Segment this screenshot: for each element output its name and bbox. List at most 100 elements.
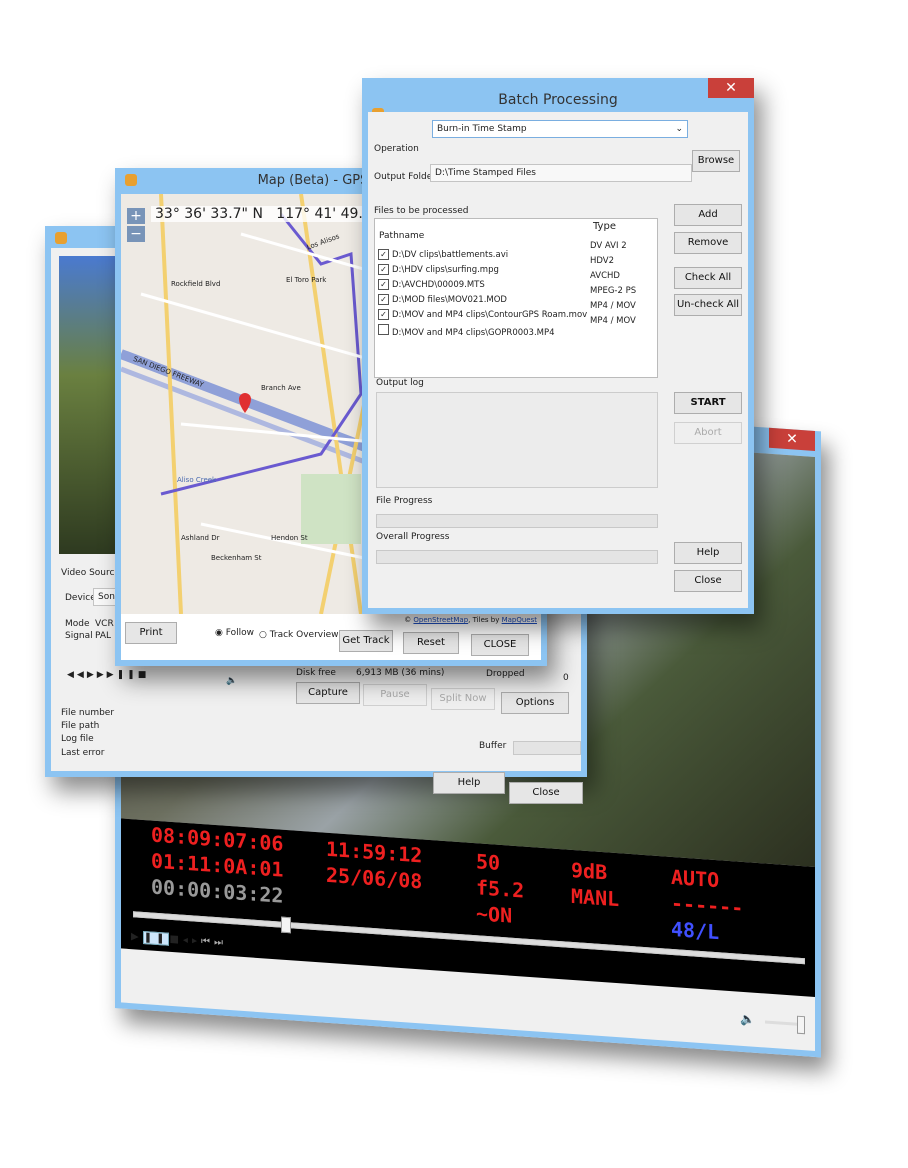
street-label: El Toro Park [286, 276, 327, 284]
map-attribution: © OpenStreetMap, Tiles by MapQuest [404, 616, 537, 624]
pause-icon[interactable]: ❚❚ [117, 670, 138, 680]
pause-button[interactable]: Pause [363, 684, 427, 706]
buffer-label: Buffer [479, 741, 507, 751]
disk-free-label: Disk free [296, 668, 336, 678]
file-row[interactable]: D:\MOV and MP4 clips\GOPR0003.MP4 MP4 / M… [378, 316, 654, 338]
close-button[interactable]: Close [674, 570, 742, 592]
file-number-label: File number [61, 708, 115, 718]
output-folder-label: Output Folder [374, 172, 436, 182]
browse-button[interactable]: Browse [692, 150, 740, 172]
map-close-button[interactable]: CLOSE [471, 634, 529, 656]
tiles-by-label: Tiles by [472, 616, 500, 624]
operation-select[interactable]: Burn-in Time Stamp ⌄ [432, 120, 688, 138]
file-checkbox[interactable]: ✓ [378, 264, 389, 275]
latitude: 33° 36' 33.7" N [155, 206, 263, 222]
volume-thumb[interactable] [797, 1015, 805, 1035]
operation-label: Operation [374, 144, 419, 154]
disk-free-value: 6,913 MB (36 mins) [356, 668, 445, 678]
seek-thumb[interactable] [281, 916, 292, 934]
play-icon[interactable]: ▶ [131, 931, 143, 943]
file-path: D:\DV clips\battlements.avi [392, 250, 509, 260]
fast-forward-icon[interactable]: ▶▶ [97, 670, 117, 680]
app-icon [55, 232, 67, 244]
options-button[interactable]: Options [501, 692, 569, 714]
map-toolbar: © OpenStreetMap, Tiles by MapQuest Print… [121, 614, 541, 660]
osd-stabilizer: ~ON [476, 901, 513, 928]
stop-icon[interactable]: ■ [169, 934, 182, 946]
deck-controls: ◀◀▶▶▶❚❚■ [67, 670, 149, 680]
prev-icon[interactable]: ⏮ [201, 936, 214, 948]
close-button[interactable]: Close [509, 782, 583, 804]
remove-button[interactable]: Remove [674, 232, 742, 254]
operation-value: Burn-in Time Stamp [437, 124, 527, 134]
step-forward-icon[interactable]: ▸ [192, 935, 201, 947]
output-log[interactable] [376, 392, 658, 488]
osd-aperture: f5.2 [476, 875, 525, 903]
osd-shutter: 50 [476, 849, 501, 875]
file-checkbox[interactable]: ✓ [378, 294, 389, 305]
mode-value: VCR [95, 619, 114, 629]
output-folder-input[interactable]: D:\Time Stamped Files [430, 164, 692, 182]
osd-whitebalance: AUTO [671, 864, 720, 893]
follow-radio[interactable]: ◉ Follow [215, 628, 254, 638]
preview-thumbnail [59, 256, 119, 554]
reset-button[interactable]: Reset [403, 632, 459, 654]
volume-slider[interactable] [765, 1015, 805, 1035]
close-icon[interactable]: ✕ [708, 78, 754, 98]
file-type: MP4 / MOV [590, 301, 636, 311]
help-button[interactable]: Help [674, 542, 742, 564]
app-icon [125, 174, 137, 186]
zoom-out-button[interactable]: − [127, 226, 145, 242]
volume-icon[interactable]: 🔈 [226, 676, 237, 686]
help-button[interactable]: Help [433, 772, 505, 794]
signal-label: Signal [65, 631, 93, 641]
abort-button[interactable]: Abort [674, 422, 742, 444]
file-checkbox[interactable] [378, 324, 389, 335]
column-pathname[interactable]: Pathname [379, 231, 424, 241]
file-path: D:\HDV clips\surfing.mpg [392, 265, 499, 275]
column-type[interactable]: Type [593, 221, 616, 232]
check-all-button[interactable]: Check All [674, 267, 742, 289]
track-overview-label: Track Overview [269, 630, 339, 640]
street-label: Rockfield Blvd [171, 280, 221, 288]
start-button[interactable]: START [674, 392, 742, 414]
file-checkbox[interactable]: ✓ [378, 309, 389, 320]
file-type: MP4 / MOV [590, 316, 636, 326]
uncheck-all-button[interactable]: Un-check All [674, 294, 742, 316]
track-overview-radio[interactable]: ○ Track Overview [259, 630, 339, 640]
batch-processing-window: Batch Processing ✕ Operation Burn-in Tim… [362, 78, 754, 614]
play-icon[interactable]: ▶ [87, 670, 97, 680]
files-label: Files to be processed [374, 206, 469, 216]
split-now-button[interactable]: Split Now [431, 688, 495, 710]
files-list[interactable]: Pathname Type ✓ D:\DV clips\battlements.a… [374, 218, 658, 378]
close-icon[interactable]: ✕ [769, 427, 815, 451]
dropped-value: 0 [563, 673, 569, 683]
capture-button[interactable]: Capture [296, 682, 360, 704]
step-back-icon[interactable]: ◂ [183, 935, 192, 947]
rewind-icon[interactable]: ◀◀ [67, 670, 87, 680]
zoom-in-button[interactable]: + [127, 208, 145, 224]
volume-icon[interactable]: 🔈 [740, 1012, 755, 1027]
get-track-button[interactable]: Get Track [339, 630, 393, 652]
next-icon[interactable]: ⏭ [214, 937, 227, 949]
file-type: AVCHD [590, 271, 620, 281]
log-file-label: Log file [61, 734, 94, 744]
pause-icon[interactable]: ❚❚ [142, 930, 170, 946]
last-error-label: Last error [61, 748, 105, 758]
print-button[interactable]: Print [125, 622, 177, 644]
mode-label: Mode [65, 619, 90, 629]
add-button[interactable]: Add [674, 204, 742, 226]
location-pin-icon [239, 393, 251, 413]
batch-body: Operation Burn-in Time Stamp ⌄ Output Fol… [368, 112, 748, 608]
file-checkbox[interactable]: ✓ [378, 279, 389, 290]
mapquest-link[interactable]: MapQuest [502, 616, 537, 624]
buffer-bar [513, 741, 581, 755]
osm-link[interactable]: OpenStreetMap [413, 616, 468, 624]
file-checkbox[interactable]: ✓ [378, 249, 389, 260]
follow-label: Follow [225, 628, 254, 638]
file-progress-bar [376, 514, 658, 528]
file-path: D:\MOV and MP4 clips\GOPR0003.MP4 [392, 328, 555, 338]
output-log-label: Output log [376, 378, 424, 388]
overall-progress-bar [376, 550, 658, 564]
stop-icon[interactable]: ■ [138, 670, 150, 680]
